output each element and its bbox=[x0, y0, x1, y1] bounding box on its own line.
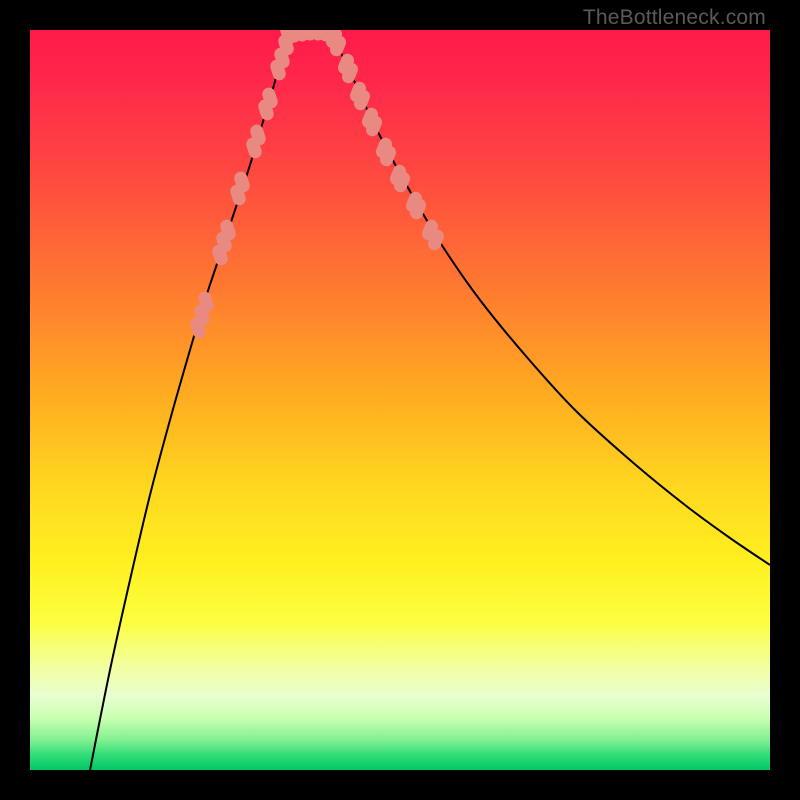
curve-group bbox=[90, 30, 770, 770]
chart-frame bbox=[30, 30, 770, 770]
watermark-text: TheBottleneck.com bbox=[583, 6, 766, 30]
marker-group bbox=[189, 30, 445, 339]
bottleneck-curve bbox=[90, 30, 770, 770]
bottleneck-curve-plot bbox=[30, 30, 770, 770]
